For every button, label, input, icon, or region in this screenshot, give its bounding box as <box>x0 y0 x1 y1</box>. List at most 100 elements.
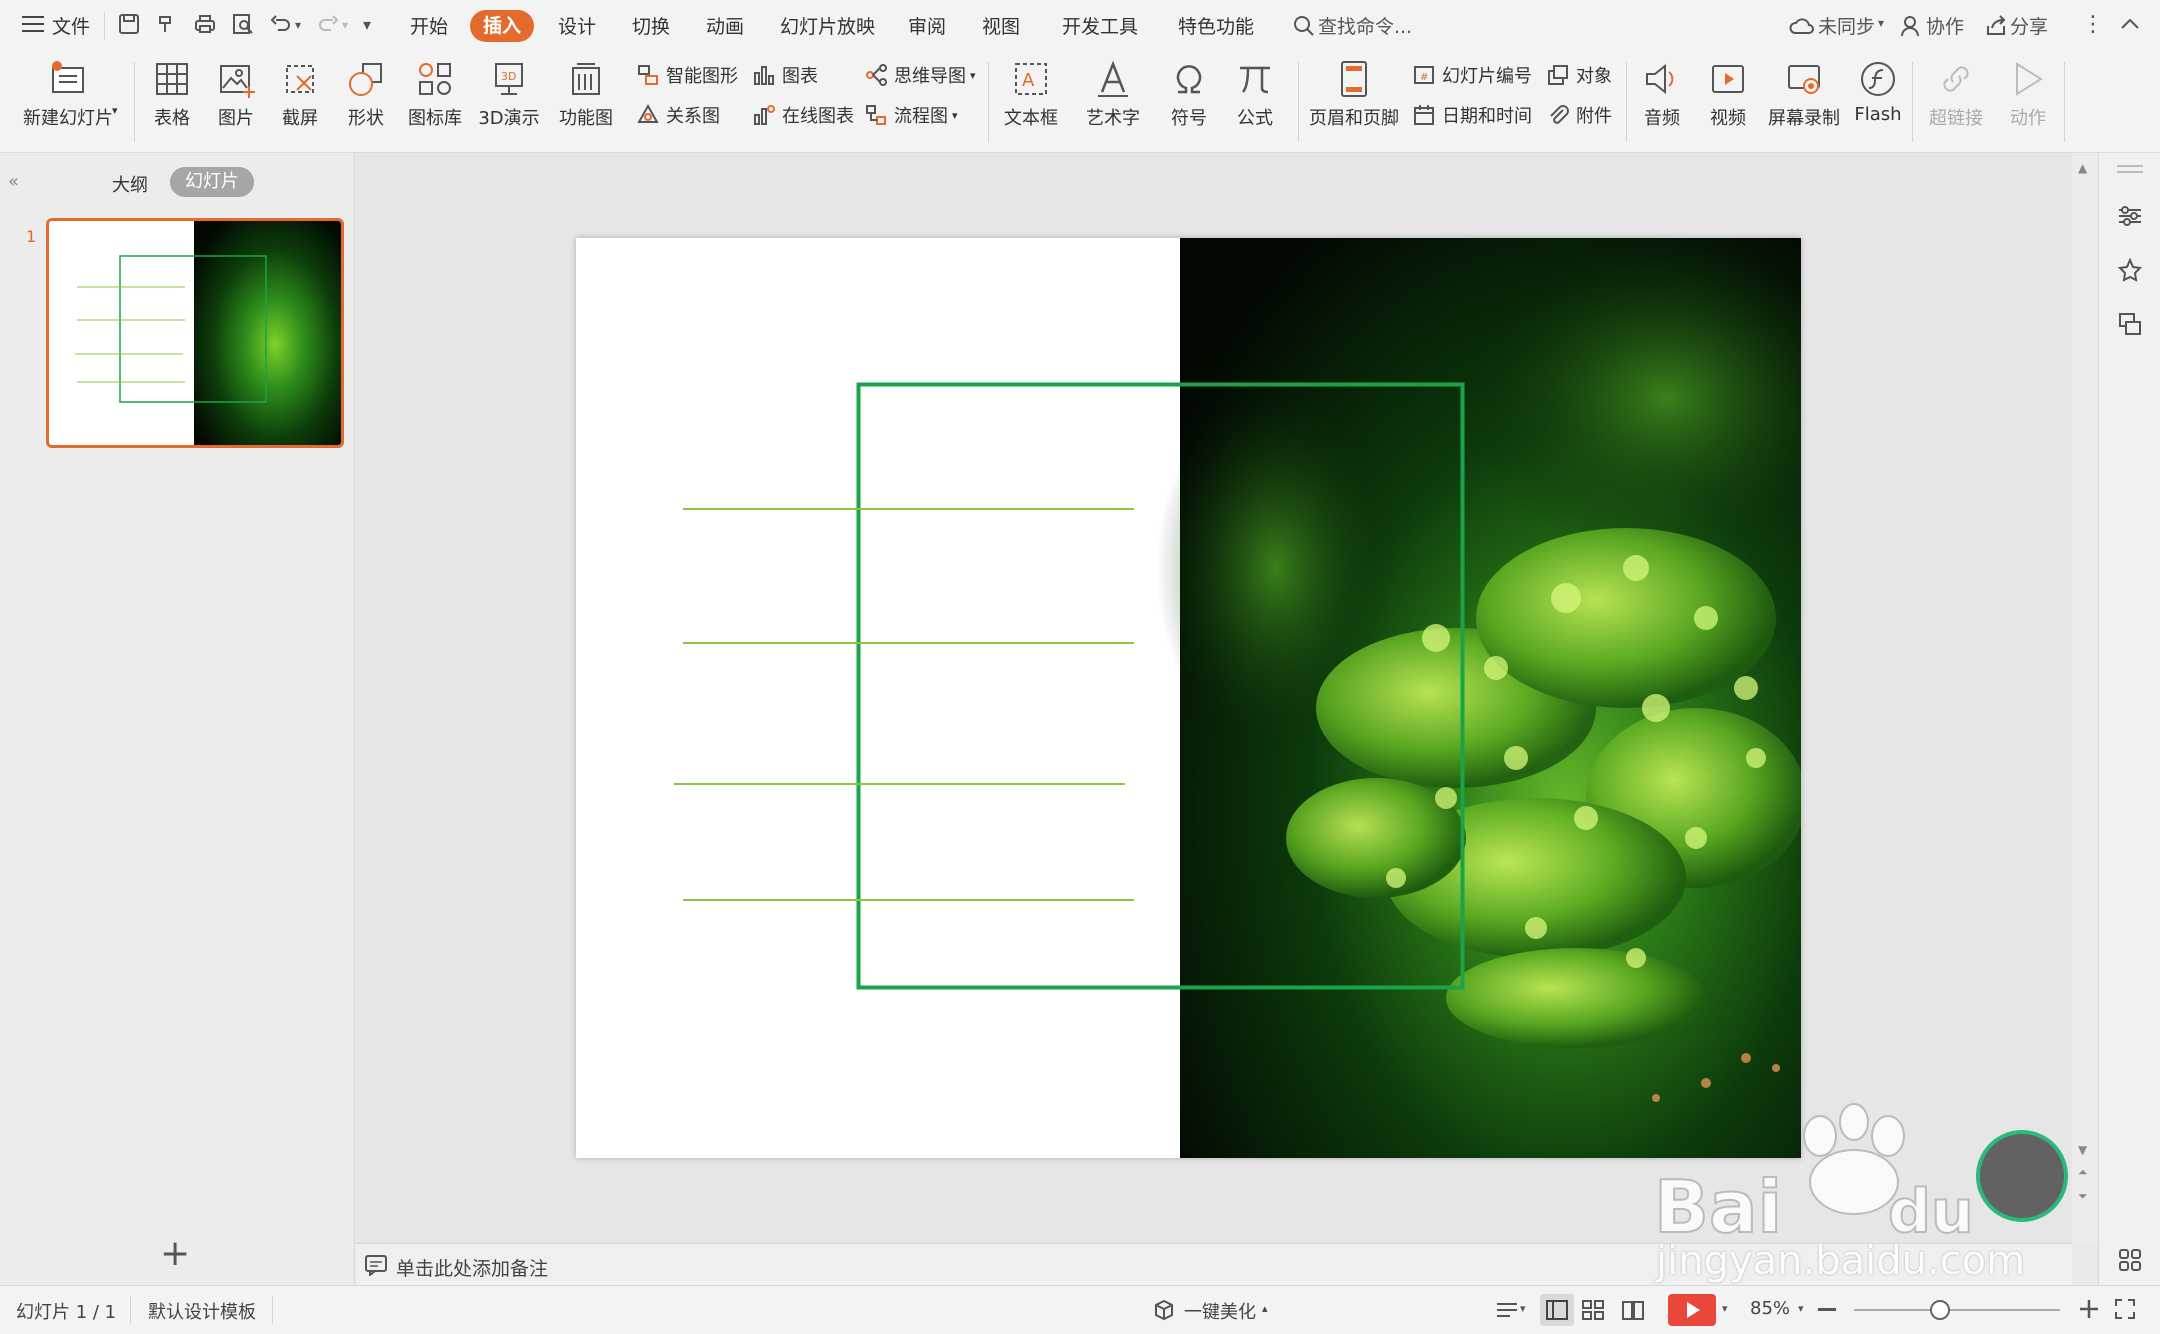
play-dropdown-icon[interactable]: ▾ <box>1722 1302 1728 1315</box>
table-button[interactable]: 表格 <box>146 58 198 130</box>
chart-button[interactable]: 图表 <box>752 60 818 90</box>
hamburger-icon[interactable] <box>22 14 44 34</box>
screenshot-button[interactable]: 截屏 <box>272 58 328 130</box>
animation-star-icon[interactable] <box>2117 257 2143 283</box>
mindmap-button[interactable]: 思维导图 ▾ <box>864 60 976 90</box>
relation-chart-button[interactable]: 关系图 <box>636 100 720 130</box>
formula-button[interactable]: 公式 <box>1226 58 1284 130</box>
zoom-dropdown-icon[interactable]: ▾ <box>1798 1302 1804 1315</box>
reading-view-icon[interactable] <box>1620 1298 1646 1322</box>
sidebar-drag-handle[interactable] <box>2117 165 2143 167</box>
slide-thumbnail[interactable] <box>46 218 344 448</box>
add-slide-button[interactable]: + <box>160 1233 190 1274</box>
customize-qat-icon[interactable]: ▾ <box>354 12 380 38</box>
online-chart-icon <box>752 103 776 127</box>
properties-icon[interactable] <box>2117 203 2143 229</box>
attachment-button[interactable]: 附件 <box>1546 100 1612 130</box>
print-preview-icon[interactable] <box>230 12 256 38</box>
video-button[interactable]: 视频 <box>1700 58 1756 130</box>
tab-view[interactable]: 视图 <box>982 12 1020 39</box>
slide-number-button[interactable]: # 幻灯片编号 <box>1412 60 1532 90</box>
tab-home[interactable]: 开始 <box>410 12 448 39</box>
flash-icon <box>1857 58 1899 100</box>
online-chart-button[interactable]: 在线图表 <box>752 100 854 130</box>
svg-text:3D: 3D <box>501 70 516 83</box>
tab-outline[interactable]: 大纲 <box>112 171 148 197</box>
play-slideshow-button[interactable] <box>1668 1294 1716 1326</box>
collab-button[interactable]: 协作 <box>1926 12 1964 39</box>
wordart-button[interactable]: 艺术字 <box>1078 58 1148 130</box>
picture-button[interactable]: 图片 <box>210 58 262 130</box>
icon-library-button[interactable]: 图标库 <box>404 58 466 130</box>
slide-canvas[interactable] <box>576 238 1801 1158</box>
normal-view-icon[interactable] <box>1540 1294 1574 1326</box>
zoom-out-icon[interactable] <box>1818 1308 1836 1311</box>
search-icon[interactable] <box>1292 14 1316 38</box>
flash-button[interactable]: Flash <box>1852 58 1904 125</box>
zoom-in-icon[interactable] <box>2080 1300 2098 1318</box>
slide-count: 幻灯片 1 / 1 <box>16 1302 117 1323</box>
beautify-button[interactable]: 一键美化 <box>1184 1298 1256 1324</box>
action-button[interactable]: 动作 <box>2000 58 2056 130</box>
hyperlink-button[interactable]: 超链接 <box>1920 58 1992 130</box>
redo-dropdown-icon[interactable]: ▾ <box>339 12 351 38</box>
search-command-input[interactable]: 查找命令... <box>1318 12 1412 39</box>
moss-photo[interactable] <box>1156 238 1801 1158</box>
tab-animation[interactable]: 动画 <box>706 12 744 39</box>
textbox-button[interactable]: A 文本框 <box>996 58 1066 130</box>
sidebar-drag-handle-2[interactable] <box>2117 171 2143 173</box>
scroll-up-icon[interactable]: ▲ <box>2078 161 2087 175</box>
screen-record-button[interactable]: 屏幕录制 <box>1764 58 1844 130</box>
tab-slides[interactable]: 幻灯片 <box>170 167 254 197</box>
tab-slideshow[interactable]: 幻灯片放映 <box>780 12 875 39</box>
3d-demo-button[interactable]: 3D 3D演示 <box>476 58 542 130</box>
mindmap-dropdown-icon[interactable]: ▾ <box>970 69 976 82</box>
collapse-panel-icon[interactable]: « <box>8 171 19 192</box>
undo-icon[interactable] <box>268 12 294 38</box>
print-icon[interactable] <box>192 12 218 38</box>
more-options-icon[interactable]: ⋮ <box>2082 12 2104 37</box>
grid-apps-icon[interactable] <box>2117 1247 2143 1273</box>
notes-toggle-icon[interactable] <box>1494 1298 1520 1322</box>
screenshot-icon <box>279 58 321 100</box>
sync-status[interactable]: 未同步 <box>1818 12 1875 39</box>
flowchart-button[interactable]: 流程图 ▾ <box>864 100 958 130</box>
flowchart-dropdown-icon[interactable]: ▾ <box>952 109 958 122</box>
share-button[interactable]: 分享 <box>2010 12 2048 39</box>
tab-developer[interactable]: 开发工具 <box>1062 12 1138 39</box>
zoom-slider-thumb[interactable] <box>1930 1300 1950 1320</box>
notes-dropdown-icon[interactable]: ▾ <box>1520 1302 1526 1315</box>
shape-button[interactable]: 形状 <box>338 58 394 130</box>
save-icon[interactable] <box>116 12 142 38</box>
slide-switch-icon[interactable] <box>2117 311 2143 337</box>
function-chart-button[interactable]: 功能图 <box>554 58 618 130</box>
tab-review[interactable]: 审阅 <box>908 12 946 39</box>
audio-button[interactable]: 音频 <box>1634 58 1690 130</box>
tab-insert[interactable]: 插入 <box>470 10 534 42</box>
slide-sorter-icon[interactable] <box>1580 1298 1606 1322</box>
screen-record-icon <box>1783 58 1825 100</box>
new-slide-dropdown-icon[interactable]: ▾ <box>112 104 118 117</box>
collapse-ribbon-icon[interactable] <box>2118 12 2142 36</box>
undo-dropdown-icon[interactable]: ▾ <box>292 12 304 38</box>
new-slide-button[interactable]: 新建幻灯片 <box>14 58 122 130</box>
editor-scrollbar[interactable]: ▲ ▼ ⏶ ⏷ <box>2072 153 2098 1243</box>
datetime-button[interactable]: 日期和时间 <box>1412 100 1532 130</box>
smart-art-button[interactable]: 智能图形 <box>636 60 738 90</box>
header-footer-button[interactable]: 页眉和页脚 <box>1306 58 1402 130</box>
zoom-level[interactable]: 85% <box>1750 1298 1790 1319</box>
file-menu[interactable]: 文件 <box>52 12 90 39</box>
format-painter-icon[interactable] <box>154 12 180 38</box>
object-button[interactable]: 对象 <box>1546 60 1612 90</box>
tab-transition[interactable]: 切换 <box>632 12 670 39</box>
notes-placeholder[interactable]: 单击此处添加备注 <box>396 1254 548 1281</box>
template-name[interactable]: 默认设计模板 <box>148 1298 256 1324</box>
tab-design[interactable]: 设计 <box>558 12 596 39</box>
fit-window-icon[interactable] <box>2114 1298 2136 1320</box>
sync-dropdown-icon[interactable]: ▾ <box>1878 16 1884 30</box>
redo-icon[interactable] <box>315 12 341 38</box>
tab-special[interactable]: 特色功能 <box>1178 12 1254 39</box>
beautify-dropdown-icon[interactable]: ▴ <box>1262 1302 1268 1315</box>
symbol-button[interactable]: 符号 <box>1160 58 1218 130</box>
zoom-slider-track[interactable] <box>1854 1309 2060 1311</box>
